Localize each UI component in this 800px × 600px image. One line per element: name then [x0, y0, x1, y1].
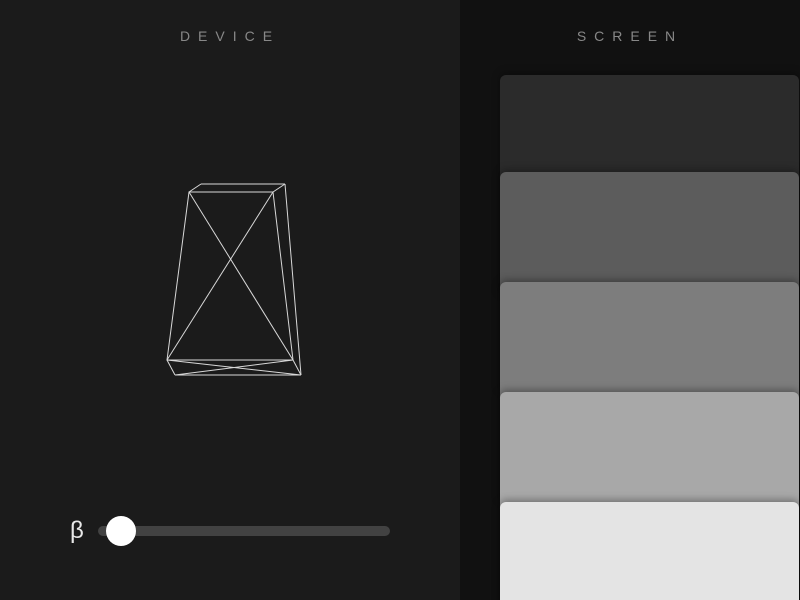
beta-slider-row: β	[70, 517, 390, 545]
device-title: DEVICE	[0, 28, 460, 44]
device-panel: DEVICE β	[0, 0, 460, 600]
device-wireframe-icon	[145, 180, 315, 390]
screen-card[interactable]	[500, 502, 799, 600]
screen-title: SCREEN	[460, 28, 800, 44]
screen-panel: SCREEN	[460, 0, 800, 600]
beta-slider[interactable]	[98, 526, 390, 536]
beta-slider-label: β	[70, 517, 84, 545]
